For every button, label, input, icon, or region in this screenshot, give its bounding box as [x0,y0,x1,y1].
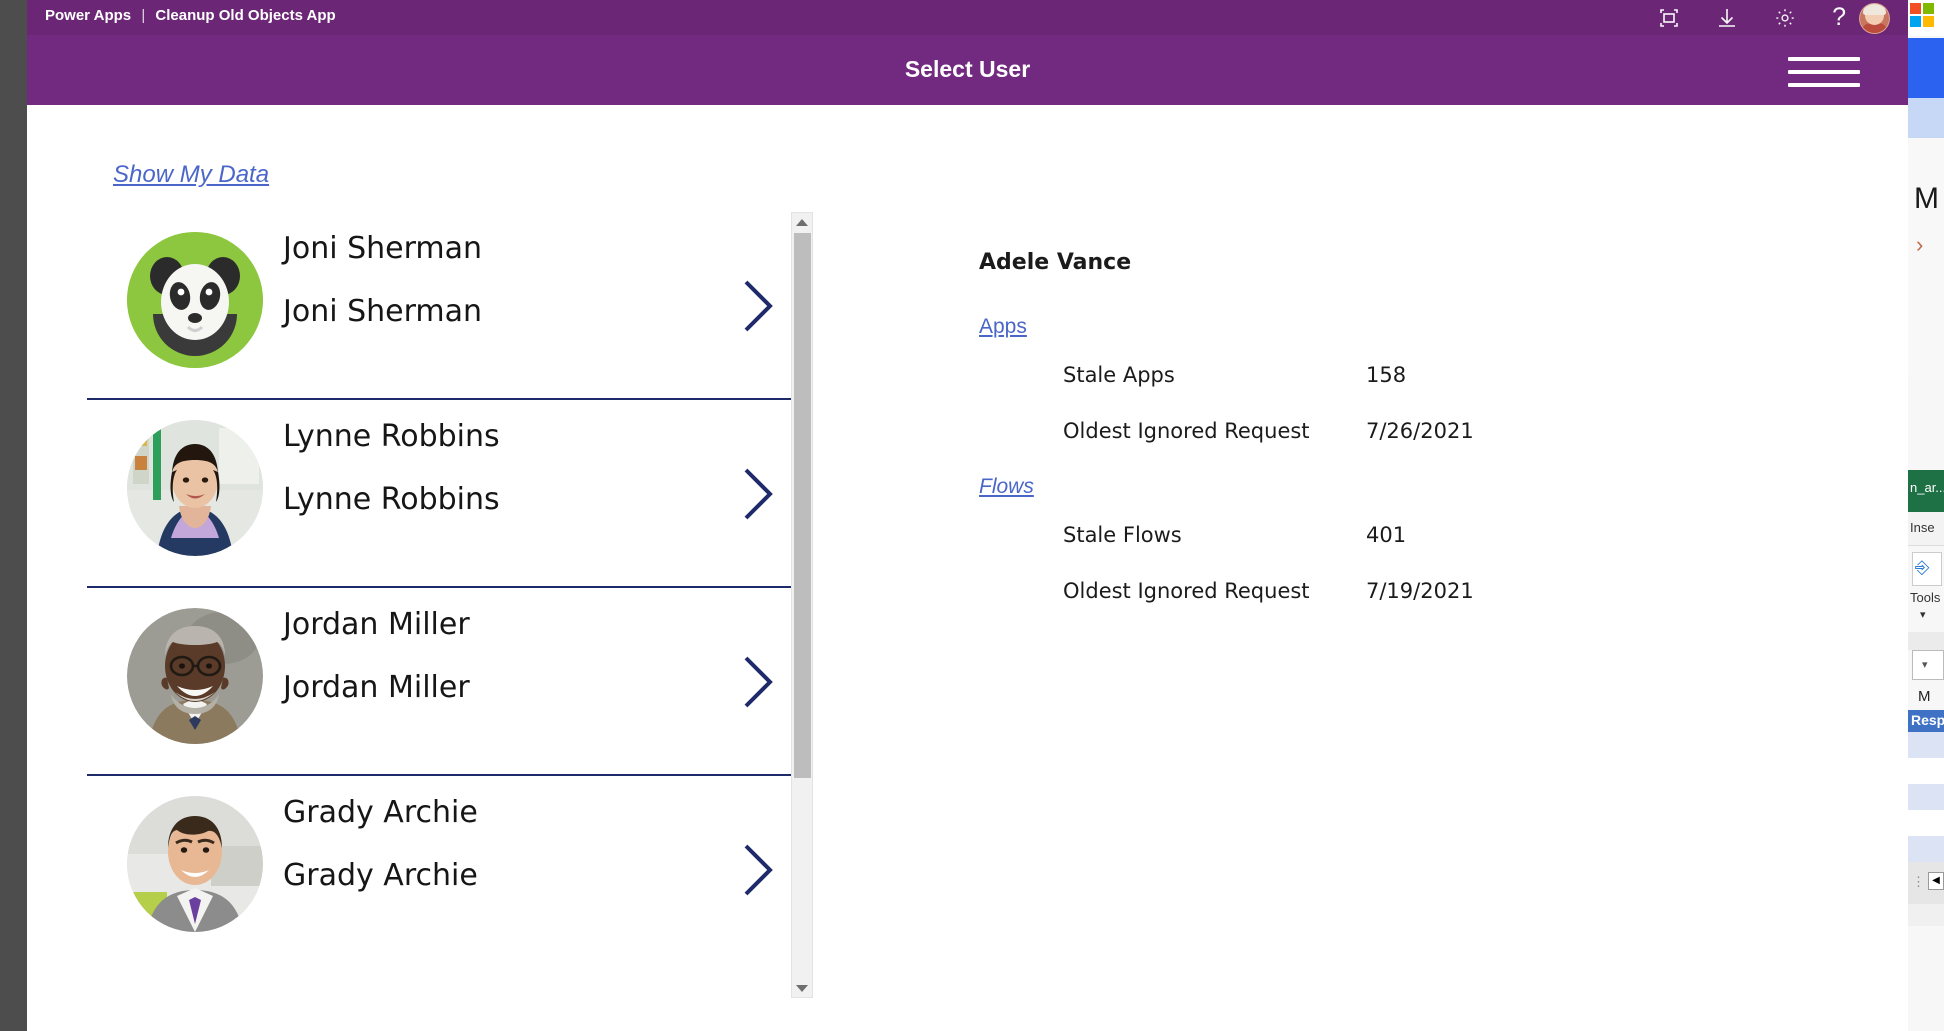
detail-row-value: 7/19/2021 [1366,579,1474,603]
avatar[interactable] [1859,3,1890,34]
detail-user-name: Adele Vance [979,250,1739,275]
background-table-header-cell: Resp [1908,710,1944,732]
detail-row-label: Oldest Ignored Request [1063,419,1366,443]
background-table-row [1908,784,1944,810]
detail-row: Stale Apps 158 [1063,363,1739,387]
avatar [127,608,263,744]
background-table-row [1908,810,1944,836]
list-item[interactable]: Grady Archie Grady Archie [87,776,807,964]
product-name: Power Apps [45,7,131,24]
background-dropdown[interactable] [1912,650,1944,680]
list-item-secondary: Grady Archie [283,861,753,891]
help-icon[interactable]: ? [1832,3,1846,32]
detail-row: Oldest Ignored Request 7/19/2021 [1063,579,1739,603]
chevron-right-icon[interactable] [741,842,775,898]
page-title: Select User [27,56,1908,83]
scrollbar-thumb[interactable] [794,233,811,778]
list-item-text: Grady Archie Grady Archie [283,798,753,891]
chevron-right-icon[interactable] [741,278,775,334]
brand-title: Power Apps | Cleanup Old Objects App [45,7,336,24]
avatar [127,232,263,368]
background-lower-panel [1908,926,1944,1031]
background-table-row [1908,836,1944,862]
background-status-bar [1908,904,1944,927]
list-item[interactable]: Lynne Robbins Lynne Robbins [87,400,807,588]
top-bar-icon-group: ? [1658,0,1846,35]
background-table-row [1908,758,1944,784]
background-tools-label: Tools [1910,590,1940,605]
screen-root: M › n_ar... Inse ⎆ Tools ▾ ▾ M Resp ⋮ ◀ … [0,0,1944,1031]
background-app-tab[interactable]: n_ar... [1908,470,1944,512]
background-white-panel [1908,138,1944,378]
background-divider [1908,632,1944,650]
powerapps-top-bar: Power Apps | Cleanup Old Objects App [27,0,1908,35]
list-item[interactable]: Joni Sherman Joni Sherman [87,212,807,400]
apps-rows: Stale Apps 158 Oldest Ignored Request 7/… [1063,363,1739,443]
avatar [127,796,263,932]
background-window-titlebar [1908,0,1944,36]
scroll-up-arrow-icon[interactable] [792,213,812,231]
list-item-primary: Lynne Robbins [283,422,753,452]
background-lightblue-panel [1908,98,1944,138]
detail-row-value: 7/26/2021 [1366,419,1474,443]
user-detail-panel: Adele Vance Apps Stale Apps 158 Oldest I… [979,250,1739,635]
fullscreen-icon[interactable] [1658,7,1680,29]
scroll-down-arrow-icon[interactable] [792,979,812,997]
list-item-text: Joni Sherman Joni Sherman [283,234,753,327]
list-item-secondary: Lynne Robbins [283,485,753,515]
background-excel-window[interactable]: M › n_ar... Inse ⎆ Tools ▾ ▾ M Resp ⋮ ◀ [1908,0,1944,1031]
settings-gear-icon[interactable] [1774,7,1796,29]
list-item-primary: Grady Archie [283,798,753,828]
list-item[interactable]: Jordan Miller Jordan Miller [87,588,807,776]
list-item-text: Jordan Miller Jordan Miller [283,610,753,703]
detail-row-value: 158 [1366,363,1406,387]
app-name: Cleanup Old Objects App [155,7,335,24]
background-table-row [1908,732,1944,758]
background-blue-panel [1908,38,1944,98]
detail-row-label: Stale Flows [1063,523,1366,547]
ms-logo-green-square [1923,3,1934,14]
chevron-right-icon[interactable] [741,466,775,522]
app-header-bar: Select User [27,35,1908,105]
detail-section-flows: Flows Stale Flows 401 Oldest Ignored Req… [979,475,1739,603]
hamburger-menu-icon[interactable] [1788,57,1860,85]
chevron-right-icon[interactable] [741,654,775,710]
detail-row-value: 401 [1366,523,1406,547]
list-item-text: Lynne Robbins Lynne Robbins [283,422,753,515]
show-my-data-link[interactable]: Show My Data [113,161,269,189]
list-item-secondary: Joni Sherman [283,297,753,327]
avatar [127,420,263,556]
gallery-scrollbar[interactable] [791,212,813,998]
list-item-secondary: Jordan Miller [283,673,753,703]
background-grip-dots-icon: ⋮ [1912,874,1926,890]
avatar-hair [1863,4,1886,15]
download-icon[interactable] [1716,7,1738,29]
flows-link[interactable]: Flows [979,475,1034,499]
detail-row: Stale Flows 401 [1063,523,1739,547]
list-item-primary: Joni Sherman [283,234,753,264]
powerapps-player-window: Power Apps | Cleanup Old Objects App [27,0,1908,1031]
ms-logo-blue-square [1910,16,1921,27]
detail-row-label: Oldest Ignored Request [1063,579,1366,603]
background-collapse-button[interactable]: ◀ [1928,872,1944,890]
brand-separator: | [135,7,151,24]
list-item-primary: Jordan Miller [283,610,753,640]
background-tools-caret-down-icon[interactable]: ▾ [1920,608,1926,621]
background-ribbon-tab-insert[interactable]: Inse [1908,512,1944,546]
flows-rows: Stale Flows 401 Oldest Ignored Request 7… [1063,523,1739,603]
apps-link[interactable]: Apps [979,315,1027,339]
ms-logo-yellow-square [1923,16,1934,27]
user-gallery[interactable]: Joni Sherman Joni Sherman [87,212,807,998]
detail-section-apps: Apps Stale Apps 158 Oldest Ignored Reque… [979,315,1739,443]
background-chevron-right-icon: › [1916,232,1923,258]
background-tools-icon: ⎆ [1915,557,1929,578]
background-column-header: M [1918,688,1931,705]
background-letter-m: M [1914,182,1939,216]
ms-logo-red-square [1910,3,1921,14]
detail-row: Oldest Ignored Request 7/26/2021 [1063,419,1739,443]
background-dropdown-caret-icon: ▾ [1922,658,1928,671]
detail-row-label: Stale Apps [1063,363,1366,387]
